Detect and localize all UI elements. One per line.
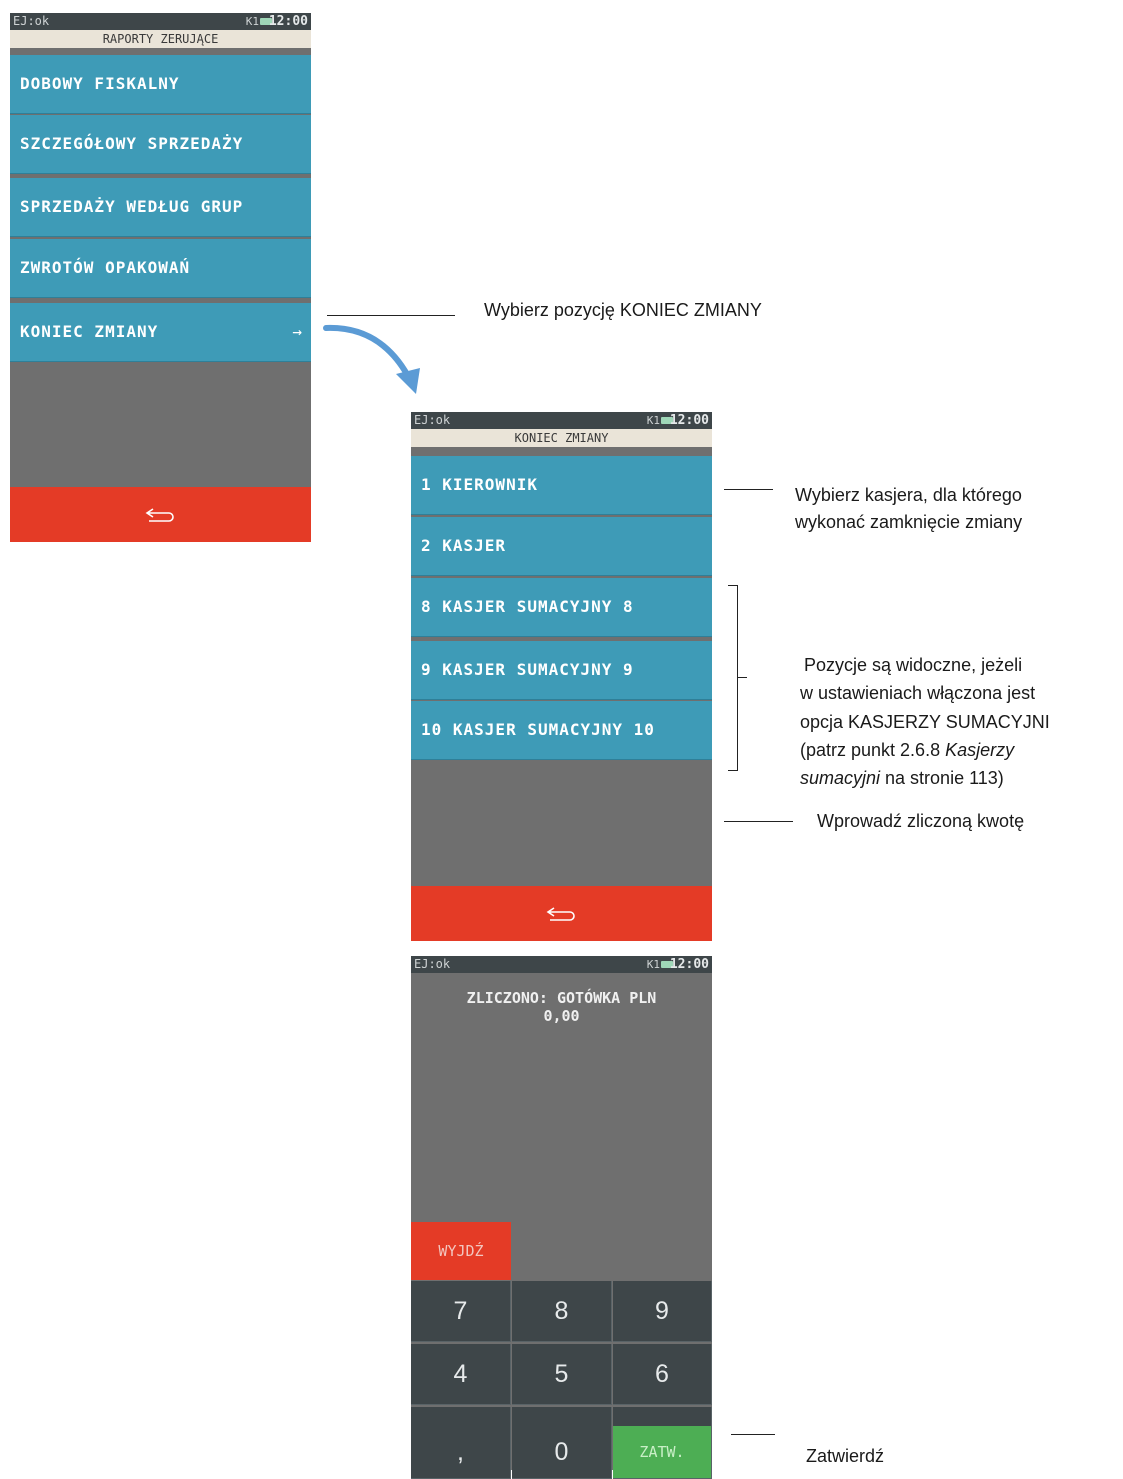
- ej-status: EJ:ok: [414, 413, 451, 427]
- ej-status: EJ:ok: [13, 14, 50, 28]
- annotation-text: na stronie 113): [880, 768, 1004, 788]
- clock: 12:00: [669, 957, 709, 972]
- menu-item-kasjer-sumacyjny-8[interactable]: 8 KASJER SUMACYJNY 8: [411, 578, 712, 637]
- menu-item-label: SPRZEDAŻY WEDŁUG GRUP: [20, 197, 244, 216]
- key-comma[interactable]: ,: [411, 1426, 511, 1479]
- annotation-italic: Kasjerzy: [945, 740, 1015, 760]
- key-5[interactable]: 5: [512, 1344, 612, 1405]
- annotation-select-cashier-2: wykonać zamknięcie zmiany: [795, 512, 1023, 532]
- back-arrow-icon: [546, 906, 575, 921]
- annotation-enter-amount: Wprowadź zliczoną kwotę: [817, 811, 1025, 831]
- menu-item-label: 10 KASJER SUMACYJNY 10: [421, 720, 655, 739]
- annotation-visible-3: opcja KASJERZY SUMACYJNI: [800, 712, 1050, 732]
- key-0[interactable]: 0: [512, 1426, 612, 1479]
- key-6[interactable]: 6: [613, 1344, 712, 1405]
- annotation-select-cashier-1: Wybierz kasjera, dla którego: [795, 485, 1022, 505]
- back-button[interactable]: [411, 886, 712, 941]
- menu-item-label: KONIEC ZMIANY: [20, 322, 159, 341]
- key-7[interactable]: 7: [411, 1281, 511, 1342]
- annotation-visible-1: Pozycje są widoczne, jeżeli: [804, 655, 1023, 675]
- key-8[interactable]: 8: [512, 1281, 612, 1342]
- clock: 12:00: [669, 413, 709, 428]
- status-bar: EJ:ok K1 12:00: [10, 13, 311, 30]
- menu-item-kasjer-sumacyjny-9[interactable]: 9 KASJER SUMACYJNY 9: [411, 641, 712, 700]
- menu-item-kasjer-sumacyjny-10[interactable]: 10 KASJER SUMACYJNY 10: [411, 701, 712, 760]
- annotation-confirm: Zatwierdź: [806, 1446, 885, 1466]
- menu-item-szczegolowy-sprzedazy[interactable]: SZCZEGÓŁOWY SPRZEDAŻY: [10, 115, 311, 174]
- clock: 12:00: [268, 14, 308, 29]
- menu-item-dobowy-fiskalny[interactable]: DOBOWY FISKALNY: [10, 55, 311, 114]
- status-bar: EJ:ok K1 12:00: [411, 956, 712, 973]
- menu-item-label: 9 KASJER SUMACYJNY 9: [421, 660, 634, 679]
- menu-item-sprzedazy-wedlug-grup[interactable]: SPRZEDAŻY WEDŁUG GRUP: [10, 178, 311, 237]
- screen-raporty-zerujace: EJ:ok K1 12:00 RAPORTY ZERUJĄCE DOBOWY F…: [10, 13, 311, 542]
- menu-item-label: SZCZEGÓŁOWY SPRZEDAŻY: [20, 134, 244, 153]
- bracket: [728, 585, 738, 771]
- exit-button[interactable]: WYJDŹ: [411, 1222, 511, 1280]
- menu-item-label: DOBOWY FISKALNY: [20, 74, 180, 93]
- screen-title: KONIEC ZMIANY: [411, 429, 712, 447]
- leader-line: [724, 821, 793, 822]
- screen-title: RAPORTY ZERUJĄCE: [10, 30, 311, 48]
- menu-item-label: 8 KASJER SUMACYJNY 8: [421, 597, 634, 616]
- back-arrow-icon: [145, 507, 174, 522]
- menu-item-koniec-zmiany[interactable]: KONIEC ZMIANY →: [10, 303, 311, 362]
- annotation-visible-5: sumacyjni na stronie 113): [800, 765, 1004, 792]
- screen-zliczono-gotowka: EJ:ok K1 12:00 ZLICZONO: GOTÓWKA PLN 0,0…: [411, 956, 712, 1470]
- menu-item-kasjer[interactable]: 2 KASJER: [411, 517, 712, 576]
- annotation-visible-4: (patrz punkt 2.6.8 Kasjerzy: [800, 737, 1014, 764]
- annotation-italic: sumacyjni: [800, 768, 881, 788]
- k1-indicator: K1: [245, 15, 259, 28]
- ej-status: EJ:ok: [414, 957, 451, 971]
- menu-item-label: 2 KASJER: [421, 536, 507, 555]
- status-bar: EJ:ok K1 12:00: [411, 412, 712, 429]
- leader-line: [724, 489, 773, 490]
- leader-line: [327, 315, 455, 316]
- menu-item-label: ZWROTÓW OPAKOWAŃ: [20, 258, 191, 277]
- leader-line: [731, 1434, 775, 1435]
- menu-item-zwrotow-opakowan[interactable]: ZWROTÓW OPAKOWAŃ: [10, 239, 311, 298]
- confirm-button[interactable]: ZATW.: [613, 1426, 712, 1479]
- k1-indicator: K1: [646, 414, 660, 427]
- flow-arrow-icon: [323, 324, 420, 394]
- k1-indicator: K1: [646, 958, 660, 971]
- amount-label: ZLICZONO: GOTÓWKA PLN: [466, 989, 657, 1007]
- annotation-select-end-shift: Wybierz pozycję KONIEC ZMIANY: [484, 300, 762, 320]
- annotation-text: (patrz punkt 2.6.8: [800, 740, 946, 760]
- menu-item-label: 1 KIEROWNIK: [421, 475, 538, 494]
- annotation-visible-2: w ustawieniach włączona jest: [800, 683, 1036, 703]
- key-9[interactable]: 9: [613, 1281, 712, 1342]
- menu-item-kierownik[interactable]: 1 KIEROWNIK: [411, 456, 712, 515]
- key-4[interactable]: 4: [411, 1344, 511, 1405]
- screen-koniec-zmiany: EJ:ok K1 12:00 KONIEC ZMIANY 1 KIEROWNIK…: [411, 412, 712, 941]
- arrow-right-icon: →: [292, 322, 303, 341]
- bracket-tick: [737, 677, 747, 678]
- back-button[interactable]: [10, 487, 311, 542]
- amount-value: 0,00: [543, 1007, 580, 1025]
